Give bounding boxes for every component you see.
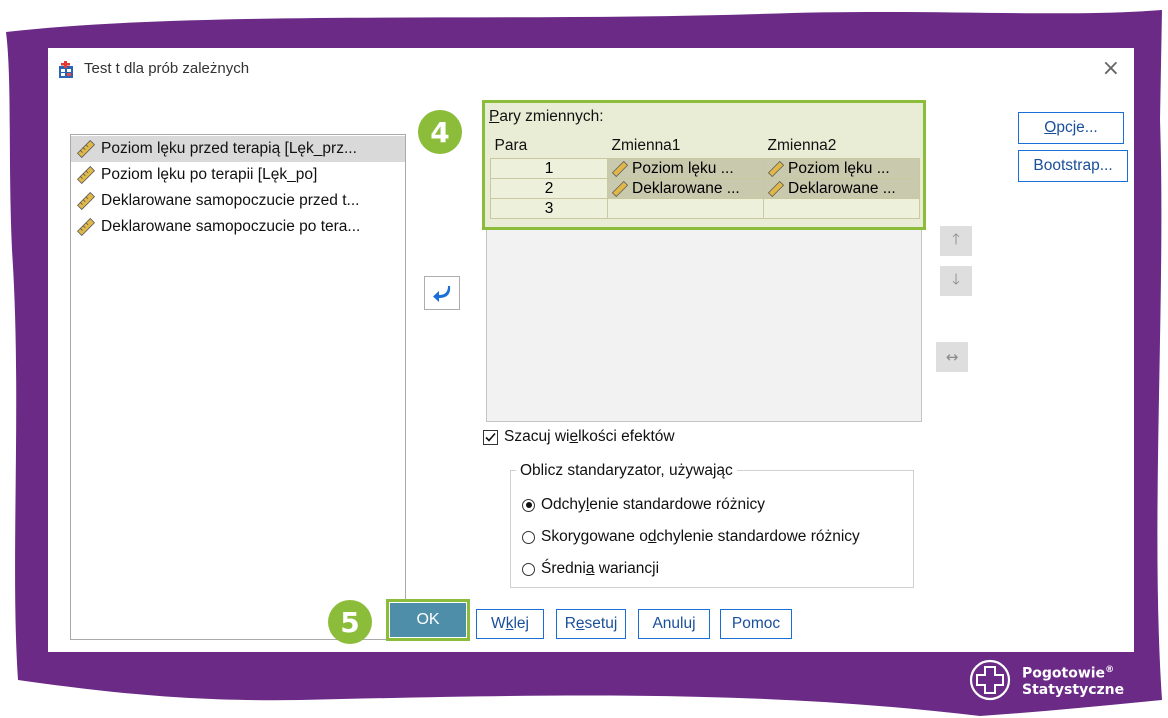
pair-cell-variable2[interactable]: Deklarowane ... [763,178,920,199]
pairs-table[interactable]: Para Zmienna1 Zmienna2 1 Poziom lęku ...… [490,134,920,219]
scale-ruler-icon [77,218,95,236]
variable-label: Deklarowane samopoczucie przed t... [101,192,360,209]
scale-ruler-icon [77,192,95,210]
return-arrow-icon [433,286,451,302]
variable-label: Poziom lęku po terapii [Lęk_po] [101,166,318,183]
radio-label: Odchylenie standardowe różnicy [541,496,766,513]
move-to-pairs-button[interactable] [424,276,460,310]
scale-ruler-icon [77,166,95,184]
list-item[interactable]: Poziom lęku przed terapią [Lęk_prz... [71,136,405,162]
list-item[interactable]: Deklarowane samopoczucie po tera... [71,214,405,240]
brand-logo: Pogotowie® Statystyczne [968,658,1124,702]
pair-number: 2 [490,178,608,199]
scale-ruler-icon [612,180,628,197]
scale-ruler-icon [768,160,784,177]
list-item[interactable]: Deklarowane samopoczucie przed t... [71,188,405,214]
scale-ruler-icon [612,160,628,177]
options-button[interactable]: Opcje... [1018,112,1124,144]
arrow-down-icon: 🡓 [952,269,960,288]
title-bar: Test t dla prób zależnych × [48,48,1134,92]
radio-average-variance[interactable]: Średnia wariancji [522,560,659,578]
step-badge-4: 4 [418,110,462,154]
ok-button[interactable]: OK [390,603,466,637]
pair-number: 1 [490,158,608,179]
medical-cross-logo-icon [969,659,1011,701]
close-icon[interactable]: × [1102,56,1120,81]
reset-button[interactable]: Re setuj [556,609,626,639]
pair-cell-variable1[interactable]: Deklarowane ... [607,178,764,199]
variable-label: Poziom lęku przed terapią [Lęk_prz... [101,140,357,157]
swap-variables-button[interactable]: ↔ [936,342,968,372]
spss-dialog-icon [59,61,73,78]
pair-number: 3 [490,198,608,219]
paste-button[interactable]: Wk lej [476,609,544,639]
radio-sd-difference[interactable]: Odchylenie standardowe różnicy [522,496,765,514]
radio-button[interactable] [522,530,535,544]
move-up-button[interactable]: 🡑 [940,226,972,256]
pair-cell-variable2[interactable] [763,198,920,219]
pair-cell-variable1[interactable]: Poziom lęku ... [607,158,764,179]
column-header: Para [494,137,528,154]
scale-ruler-icon [77,140,95,158]
paired-t-test-dialog: Test t dla prób zależnych × Poziom lęku … [48,48,1134,652]
brand-text: Pogotowie® Statystyczne [1022,665,1125,698]
standardizer-legend: Oblicz standaryzator, używając [516,462,737,480]
pair-cell-variable1[interactable] [607,198,764,219]
column-header: Zmienna1 [611,137,681,154]
table-row[interactable]: 2 Deklarowane ... Deklarowane ... [490,178,920,199]
radio-button[interactable] [522,498,535,512]
column-header: Zmienna2 [767,137,837,154]
checkmark-icon [485,432,496,442]
help-button[interactable]: Pomoc [720,609,792,639]
radio-label: Średnia wariancji [541,560,660,577]
variable-label: Deklarowane samopoczucie po tera... [101,218,361,235]
step-badge-5: 5 [328,600,372,644]
cancel-button[interactable]: Anuluj [638,609,710,639]
effect-size-checkbox[interactable] [483,429,498,445]
radio-button[interactable] [522,562,535,576]
effect-size-checkbox-row[interactable]: Szacuj wielkości efektów [483,428,675,446]
arrow-up-icon: 🡑 [952,229,960,248]
bootstrap-button[interactable]: Bootstrap... [1018,150,1128,182]
swap-arrows-icon: ↔ [945,348,959,366]
table-row[interactable]: 1 Poziom lęku ... Poziom lęku ... [490,158,920,179]
radio-label: Skorygowane odchylenie standardowe różni… [541,528,860,545]
pair-cell-variable2[interactable]: Poziom lęku ... [763,158,920,179]
move-down-button[interactable]: 🡓 [940,266,972,296]
dialog-title: Test t dla prób zależnych [84,60,250,77]
pairs-label: Pary zmiennych: [489,108,604,125]
radio-corrected-sd-difference[interactable]: Skorygowane odchylenie standardowe różni… [522,528,860,546]
list-item[interactable]: Poziom lęku po terapii [Lęk_po] [71,162,405,188]
scale-ruler-icon [768,180,784,197]
table-row[interactable]: 3 [490,198,920,219]
effect-size-label: Szacuj wielkości efektów [504,428,675,445]
source-variable-list[interactable]: Poziom lęku przed terapią [Lęk_prz... Po… [70,134,406,640]
